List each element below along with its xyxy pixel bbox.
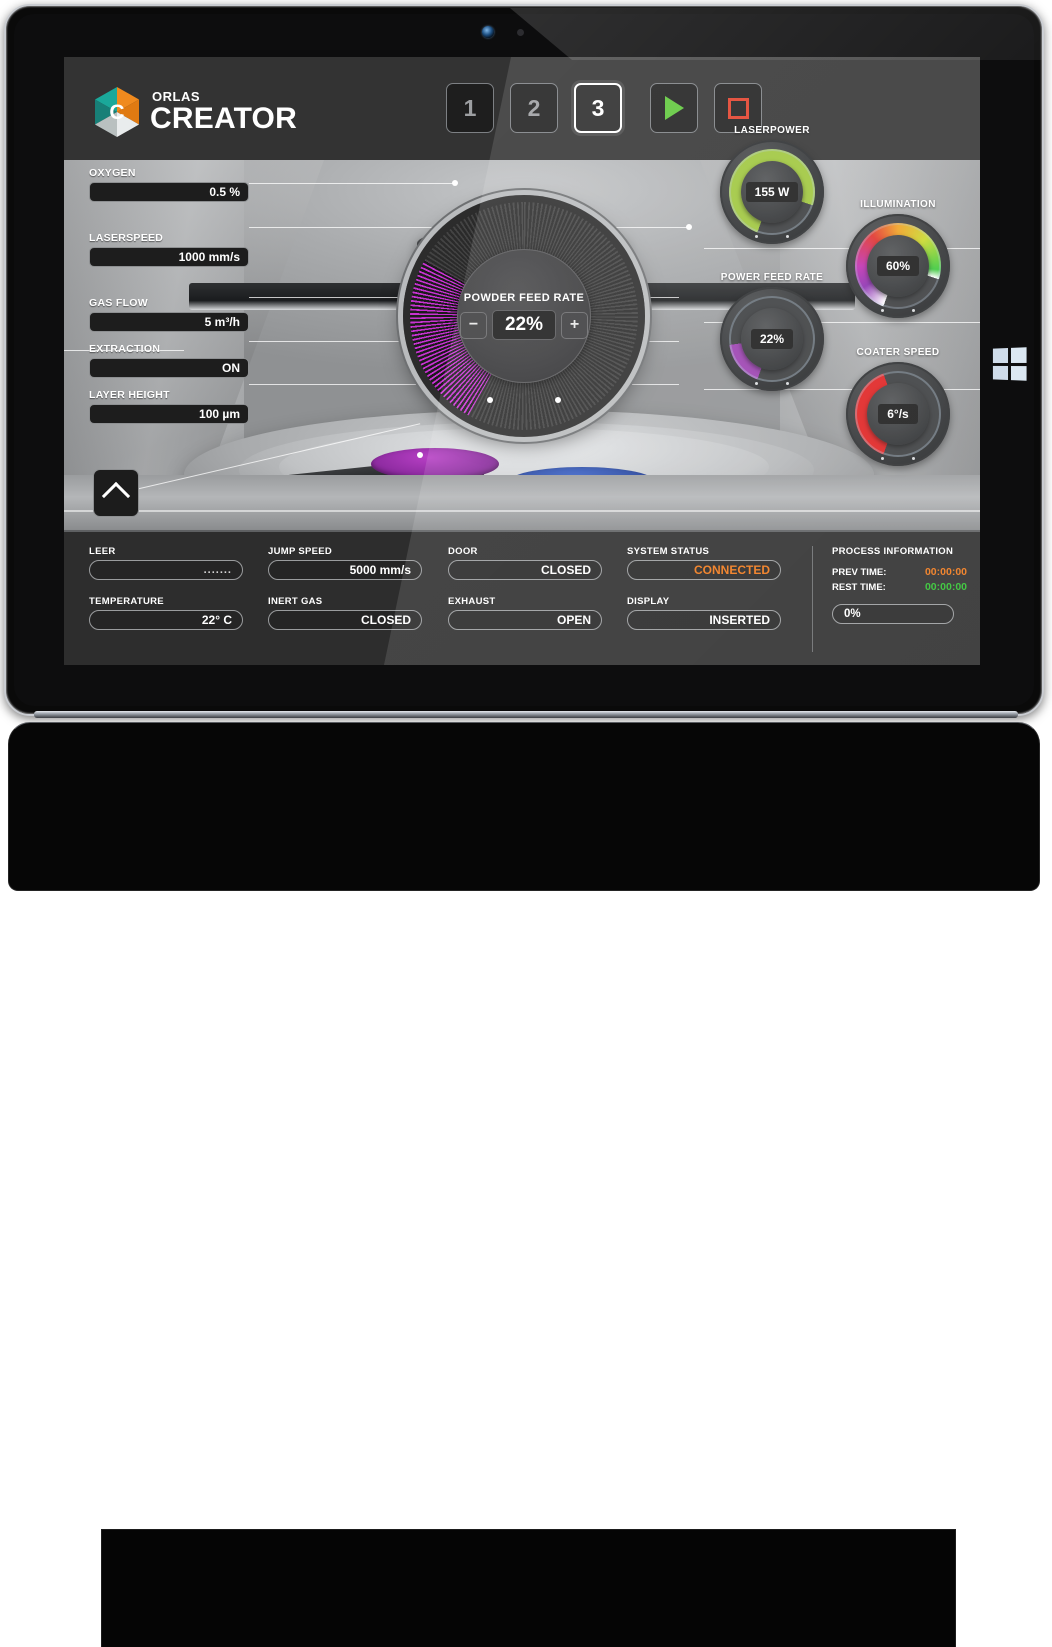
status-temperature[interactable]: TEMPERATURE 22° C [89, 596, 243, 630]
orlas-hexagon-icon: C [93, 86, 141, 138]
status-door-value[interactable]: CLOSED [448, 560, 602, 580]
floor-edge-line [64, 510, 980, 512]
logo-creator-text: CREATOR [150, 102, 297, 135]
status-display-label: DISPLAY [627, 596, 670, 607]
status-leer-label: LEER [89, 546, 116, 557]
status-display[interactable]: DISPLAY INSERTED [627, 596, 781, 630]
dial-value[interactable]: 22% [491, 310, 557, 340]
dial-center-hub: POWDER FEED RATE − 22% + [457, 249, 591, 383]
status-door[interactable]: DOOR CLOSED [448, 546, 602, 580]
status-jump-speed-value[interactable]: 5000 mm/s [268, 560, 422, 580]
param-laserspeed[interactable]: LASERSPEED 1000 mm/s [89, 232, 249, 267]
tablet-device: C ORLAS CREATOR 1 2 3 OXYGEN 0.5 % LASER… [0, 0, 1052, 1647]
gauge-power-feed-rate-value: 22% [750, 329, 794, 349]
gauge-laserpower-value: 155 W [745, 182, 799, 202]
keyboard-base [8, 722, 1040, 1647]
param-gasflow-value[interactable]: 5 m³/h [89, 312, 249, 332]
chevron-up-icon [101, 481, 131, 511]
app-logo: C ORLAS CREATOR [93, 86, 297, 138]
status-inert-gas[interactable]: INERT GAS CLOSED [268, 596, 422, 630]
dial-decrement-button[interactable]: − [459, 311, 487, 339]
status-inert-gas-label: INERT GAS [268, 596, 323, 607]
status-inert-gas-value[interactable]: CLOSED [268, 610, 422, 630]
process-information-title: PROCESS INFORMATION [832, 546, 954, 557]
chamber-floor [64, 475, 980, 530]
prev-time-row: PREV TIME: 00:00:00 [832, 566, 967, 578]
gauge-power-feed-rate[interactable]: POWER FEED RATE 22% [720, 272, 824, 391]
leader-dot-purple [417, 452, 423, 458]
status-system-status-value[interactable]: CONNECTED [627, 560, 781, 580]
gauge-illumination-value: 60% [876, 256, 920, 276]
leader-dot-oxygen [452, 180, 458, 186]
dial-label: POWDER FEED RATE [463, 292, 585, 304]
gauge-illumination[interactable]: ILLUMINATION 60% [846, 199, 950, 318]
status-bar: LEER ....... TEMPERATURE 22° C JUMP SPEE… [64, 530, 980, 665]
powder-feed-rate-dial[interactable]: POWDER FEED RATE − 22% + [403, 195, 645, 437]
param-layerheight-label: LAYER HEIGHT [89, 389, 170, 401]
param-layerheight-value[interactable]: 100 µm [89, 404, 249, 424]
leader-line-oxygen [249, 183, 454, 184]
windows-logo-icon[interactable] [992, 347, 1027, 381]
navigation-buttons: 1 2 3 [446, 83, 762, 133]
gauge-coater-speed-label: COATER SPEED [856, 347, 940, 358]
rest-time-row: REST TIME: 00:00:00 [832, 581, 967, 593]
status-jump-speed-label: JUMP SPEED [268, 546, 333, 557]
dial-increment-button[interactable]: + [561, 311, 589, 339]
param-oxygen[interactable]: OXYGEN 0.5 % [89, 167, 249, 202]
play-button[interactable] [650, 83, 698, 133]
hinge [34, 711, 1018, 718]
progress-bar[interactable]: 0% [832, 604, 954, 624]
param-extraction-label: EXTRACTION [89, 343, 161, 355]
status-jump-speed[interactable]: JUMP SPEED 5000 mm/s [268, 546, 422, 580]
play-icon [664, 96, 684, 120]
status-system-status[interactable]: SYSTEM STATUS CONNECTED [627, 546, 781, 580]
param-oxygen-value[interactable]: 0.5 % [89, 182, 249, 202]
param-laserspeed-value[interactable]: 1000 mm/s [89, 247, 249, 267]
left-parameter-panel: OXYGEN 0.5 % LASERSPEED 1000 mm/s GAS FL… [89, 167, 249, 435]
param-gasflow[interactable]: GAS FLOW 5 m³/h [89, 297, 249, 332]
gauge-illumination-label: ILLUMINATION [860, 199, 936, 210]
status-divider [812, 546, 813, 652]
collapse-panel-button[interactable] [93, 469, 139, 517]
status-system-status-label: SYSTEM STATUS [627, 546, 710, 557]
process-information-panel: PROCESS INFORMATION PREV TIME: 00:00:00 … [832, 546, 967, 624]
gauge-coater-speed[interactable]: COATER SPEED 6°/s [846, 347, 950, 466]
prev-time-value: 00:00:00 [924, 566, 967, 578]
gauge-coater-speed-value: 6°/s [878, 404, 918, 424]
status-display-value[interactable]: INSERTED [627, 610, 781, 630]
status-exhaust-value[interactable]: OPEN [448, 610, 602, 630]
param-oxygen-label: OXYGEN [89, 167, 136, 179]
param-layerheight[interactable]: LAYER HEIGHT 100 µm [89, 389, 249, 424]
status-exhaust-label: EXHAUST [448, 596, 496, 607]
svg-text:C: C [109, 101, 124, 124]
program-button-2[interactable]: 2 [510, 83, 558, 133]
camera-lens-icon [482, 26, 494, 38]
application-screen: C ORLAS CREATOR 1 2 3 OXYGEN 0.5 % LASER… [64, 57, 980, 665]
gauge-laserpower-label: LASERPOWER [734, 125, 810, 136]
status-leer-value[interactable]: ....... [89, 560, 243, 580]
param-extraction[interactable]: EXTRACTION ON [89, 343, 249, 378]
param-extraction-value[interactable]: ON [89, 358, 249, 378]
dial-controls: − 22% + [459, 310, 589, 340]
status-leer[interactable]: LEER ....... [89, 546, 243, 580]
rest-time-value: 00:00:00 [924, 581, 967, 593]
gauge-laserpower[interactable]: LASERPOWER 155 W [720, 125, 824, 244]
gauge-power-feed-rate-label: POWER FEED RATE [720, 272, 824, 283]
trackpad[interactable] [101, 1529, 956, 1647]
rest-time-label: REST TIME: [832, 581, 886, 593]
param-gasflow-label: GAS FLOW [89, 297, 148, 309]
param-laserspeed-label: LASERSPEED [89, 232, 164, 244]
leader-dot-laserspeed [686, 224, 692, 230]
program-button-1[interactable]: 1 [446, 83, 494, 133]
ambient-sensor-icon [517, 29, 524, 36]
status-temperature-value[interactable]: 22° C [89, 610, 243, 630]
status-exhaust[interactable]: EXHAUST OPEN [448, 596, 602, 630]
status-door-label: DOOR [448, 546, 478, 557]
stop-icon [727, 97, 749, 119]
prev-time-label: PREV TIME: [832, 566, 887, 578]
status-temperature-label: TEMPERATURE [89, 596, 164, 607]
program-button-3[interactable]: 3 [574, 83, 622, 133]
